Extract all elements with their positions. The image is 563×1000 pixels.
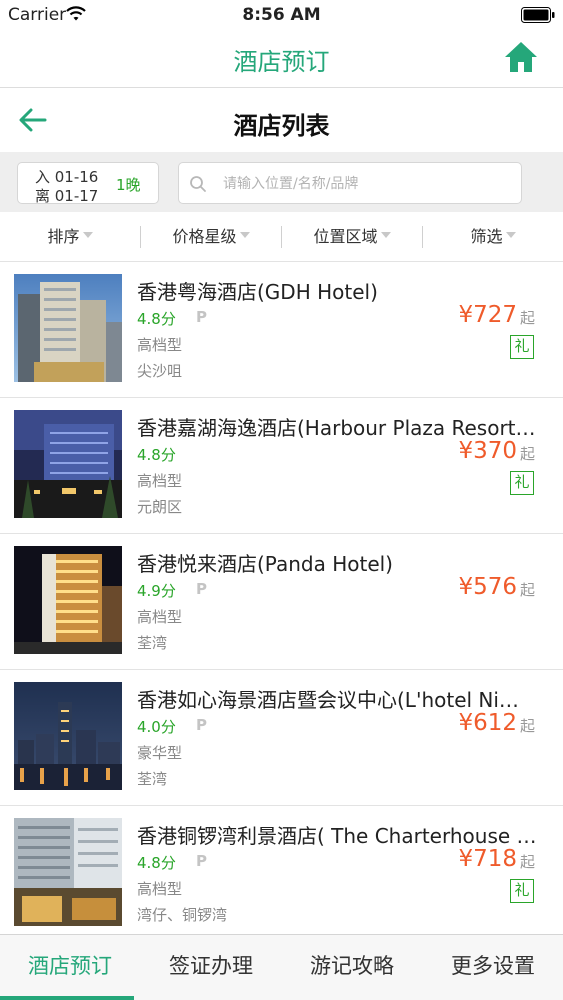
filter-screen[interactable]: 筛选 bbox=[423, 212, 563, 262]
checkout-date: 离 01-17 bbox=[35, 187, 99, 205]
hotel-name: 香港悦来酒店(Panda Hotel) bbox=[137, 552, 393, 576]
search-icon bbox=[190, 176, 206, 192]
tab-travel-guides[interactable]: 游记攻略 bbox=[282, 935, 422, 1000]
app-header: 酒店预订 bbox=[0, 30, 563, 88]
search-box[interactable] bbox=[178, 162, 522, 204]
filter-bar: 排序 价格星级 位置区域 筛选 bbox=[0, 212, 563, 262]
price-suffix: 起 bbox=[519, 853, 535, 871]
parking-icon: P bbox=[196, 716, 207, 734]
filter-price-star[interactable]: 价格星级 bbox=[141, 212, 281, 262]
date-selector[interactable]: 入 01-16 离 01-17 1晚 bbox=[17, 162, 159, 205]
battery-icon bbox=[521, 7, 555, 23]
tab-visa[interactable]: 签证办理 bbox=[141, 935, 281, 1000]
hotel-rating: 4.0分 bbox=[137, 718, 176, 736]
hotel-row[interactable]: 香港铜锣湾利景酒店( The Charterhouse … 4.8分 P 高档型… bbox=[0, 806, 563, 934]
hotel-rating: 4.9分 bbox=[137, 582, 176, 600]
hotel-grade: 豪华型 bbox=[137, 744, 183, 762]
parking-icon: P bbox=[196, 308, 207, 326]
nights-count: 1晚 bbox=[116, 176, 141, 194]
hotel-photo bbox=[14, 818, 122, 926]
hotel-photo bbox=[14, 410, 122, 518]
caret-down-icon bbox=[505, 232, 516, 238]
hotel-row[interactable]: 香港如心海景酒店暨会议中心(L'hotel Ni… 4.0分 P 豪华型 荃湾 … bbox=[0, 670, 563, 806]
price-suffix: 起 bbox=[519, 717, 535, 735]
hotel-price: ¥612 bbox=[458, 710, 517, 736]
hotel-rating: 4.8分 bbox=[137, 854, 176, 872]
parking-icon: P bbox=[196, 580, 207, 598]
filter-location-label: 位置区域 bbox=[313, 227, 378, 246]
search-row: 入 01-16 离 01-17 1晚 bbox=[0, 152, 563, 212]
hotel-photo bbox=[14, 546, 122, 654]
checkin-date: 入 01-16 bbox=[35, 168, 99, 186]
hotel-grade: 高档型 bbox=[137, 336, 183, 354]
hotel-row[interactable]: 香港悦来酒店(Panda Hotel) 4.9分 P 高档型 荃湾 ¥576 起 bbox=[0, 534, 563, 670]
hotel-price: ¥727 bbox=[458, 302, 517, 328]
hotel-name: 香港嘉湖海逸酒店(Harbour Plaza Resort… bbox=[137, 416, 536, 440]
parking-icon: P bbox=[196, 852, 207, 870]
hotel-name: 香港粤海酒店(GDH Hotel) bbox=[137, 280, 378, 304]
hotel-price: ¥718 bbox=[458, 846, 517, 872]
price-suffix: 起 bbox=[519, 445, 535, 463]
hotel-district: 湾仔、铜锣湾 bbox=[137, 906, 228, 924]
home-icon[interactable] bbox=[503, 40, 539, 74]
tab-hotel-booking[interactable]: 酒店预订 bbox=[0, 935, 140, 1000]
hotel-price: ¥370 bbox=[458, 438, 517, 464]
hotel-district: 荃湾 bbox=[137, 634, 168, 652]
gift-badge-icon: 礼 bbox=[510, 335, 534, 359]
hotel-district: 尖沙咀 bbox=[137, 362, 183, 380]
hotel-list: 香港粤海酒店(GDH Hotel) 4.8分 P 高档型 尖沙咀 ¥727 起 … bbox=[0, 262, 563, 934]
hotel-rating: 4.8分 bbox=[137, 310, 176, 328]
price-suffix: 起 bbox=[519, 581, 535, 599]
hotel-photo bbox=[14, 274, 122, 382]
caret-down-icon bbox=[82, 232, 93, 238]
hotel-photo bbox=[14, 682, 122, 790]
caret-down-icon bbox=[380, 232, 391, 238]
gift-badge-icon: 礼 bbox=[510, 879, 534, 903]
hotel-row[interactable]: 香港嘉湖海逸酒店(Harbour Plaza Resort… 4.8分 高档型 … bbox=[0, 398, 563, 534]
filter-sort-label: 排序 bbox=[47, 227, 80, 246]
hotel-name: 香港铜锣湾利景酒店( The Charterhouse … bbox=[137, 824, 537, 848]
hotel-grade: 高档型 bbox=[137, 472, 183, 490]
filter-sort[interactable]: 排序 bbox=[0, 212, 140, 262]
active-tab-indicator bbox=[0, 996, 134, 1000]
app-title: 酒店预订 bbox=[233, 48, 330, 76]
bottom-tab-bar: 酒店预订 签证办理 游记攻略 更多设置 bbox=[0, 934, 563, 1000]
caret-down-icon bbox=[239, 232, 250, 238]
sub-header: 酒店列表 bbox=[0, 88, 563, 152]
tab-more-settings[interactable]: 更多设置 bbox=[423, 935, 563, 1000]
status-time: 8:56 AM bbox=[242, 5, 321, 25]
search-input[interactable] bbox=[223, 170, 513, 198]
hotel-rating: 4.8分 bbox=[137, 446, 176, 464]
status-bar: Carrier 8:56 AM bbox=[0, 0, 563, 30]
filter-location[interactable]: 位置区域 bbox=[282, 212, 422, 262]
price-suffix: 起 bbox=[519, 309, 535, 327]
page-title: 酒店列表 bbox=[233, 112, 330, 140]
hotel-district: 荃湾 bbox=[137, 770, 168, 788]
gift-badge-icon: 礼 bbox=[510, 471, 534, 495]
filter-price-star-label: 价格星级 bbox=[172, 227, 237, 246]
filter-screen-label: 筛选 bbox=[470, 227, 503, 246]
hotel-grade: 高档型 bbox=[137, 880, 183, 898]
hotel-row[interactable]: 香港粤海酒店(GDH Hotel) 4.8分 P 高档型 尖沙咀 ¥727 起 … bbox=[0, 262, 563, 398]
hotel-name: 香港如心海景酒店暨会议中心(L'hotel Ni… bbox=[137, 688, 519, 712]
hotel-grade: 高档型 bbox=[137, 608, 183, 626]
hotel-price: ¥576 bbox=[458, 574, 517, 600]
hotel-district: 元朗区 bbox=[137, 498, 183, 516]
